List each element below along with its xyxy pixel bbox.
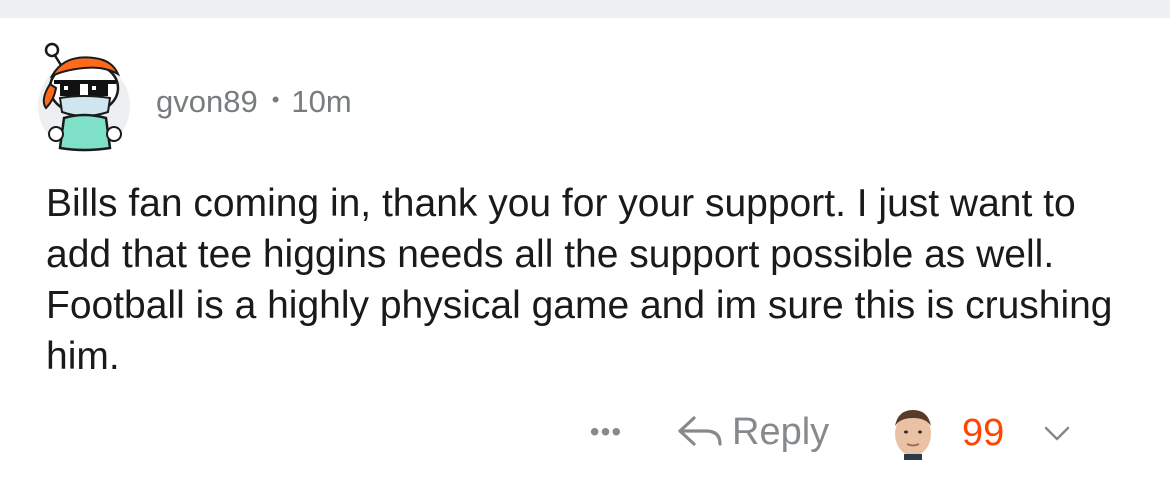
face-award-icon[interactable]: [890, 404, 936, 460]
reply-arrow-icon: [678, 416, 722, 446]
reply-label: Reply: [732, 410, 830, 453]
chevron-down-icon: [1044, 426, 1070, 441]
vote-score: 99: [962, 411, 1005, 454]
reply-button[interactable]: Reply: [676, 408, 829, 456]
username-link[interactable]: gvon89: [156, 84, 258, 120]
user-avatar[interactable]: [34, 40, 134, 152]
more-options-button[interactable]: •••: [584, 412, 628, 452]
snoo-avatar-icon: [38, 42, 130, 152]
downvote-button[interactable]: [1040, 420, 1074, 446]
comment-timestamp: 10m: [291, 84, 352, 119]
comment-body: Bills fan coming in, thank you for your …: [46, 182, 1113, 378]
comment-meta: gvon89 • 10m: [156, 80, 352, 124]
meta-separator: •: [271, 87, 280, 112]
top-divider-strip: [0, 0, 1170, 18]
comment-actions: ••• Reply 99: [0, 404, 1170, 460]
